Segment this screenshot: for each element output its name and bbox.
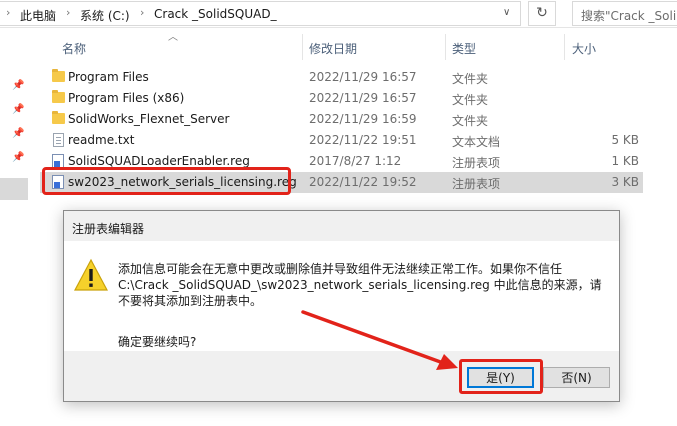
annotation-arrow — [301, 310, 458, 370]
